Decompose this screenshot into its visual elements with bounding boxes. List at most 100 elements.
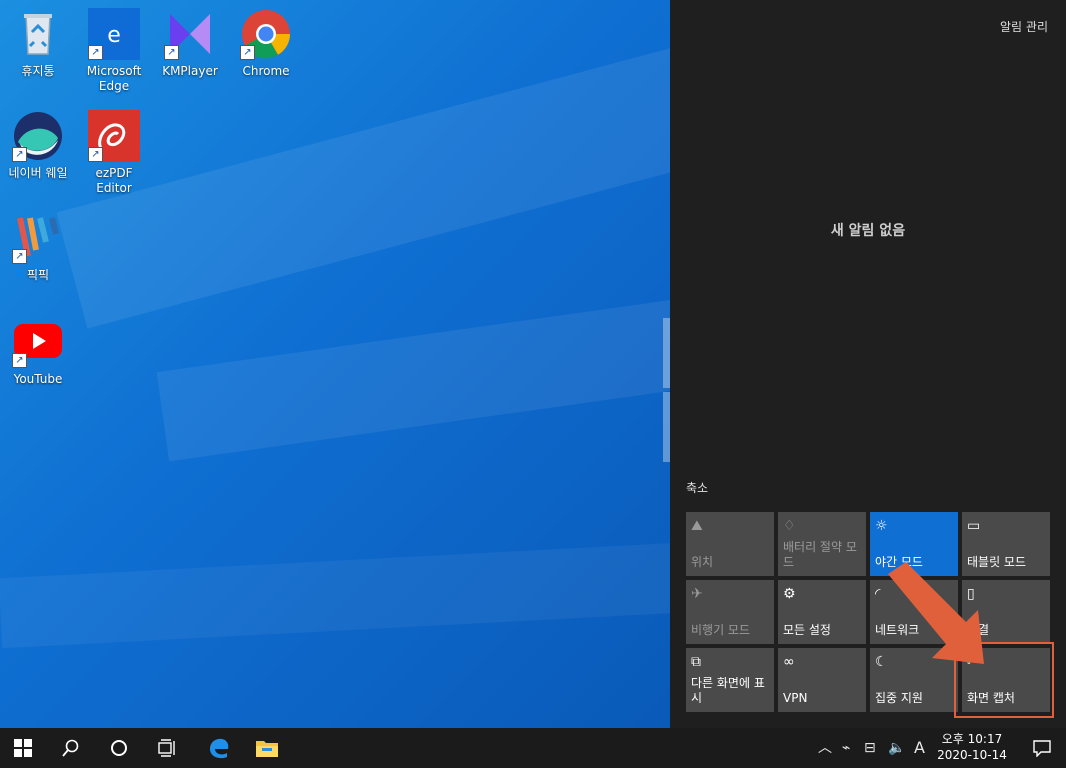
search-button[interactable] [48, 728, 94, 768]
clock[interactable]: 오후 10:17 2020-10-14 [936, 731, 1008, 763]
shortcut-arrow-icon: ↗ [88, 147, 103, 162]
quick-action-vpn[interactable]: ∞ VPN [778, 648, 866, 712]
quick-action-connect[interactable]: ▯ 연결 [962, 580, 1050, 644]
location-icon: ⛰ [691, 518, 703, 534]
desktop-icon-label: 픽픽 [26, 268, 50, 282]
desktop-icon-recycle-bin[interactable]: 휴지통 [0, 8, 76, 79]
quick-action-label: 화면 캡처 [967, 691, 1015, 705]
quick-action-label: 네트워크 [875, 623, 920, 637]
shortcut-arrow-icon: ↗ [12, 147, 27, 162]
taskbar: ︿ ⌁ ⊟ 🔈 A 오후 10:17 2020-10-14 [0, 728, 1066, 768]
desktop-icon-ezpdf[interactable]: ↗ ezPDF Editor [76, 110, 152, 196]
taskbar-file-explorer-button[interactable] [244, 728, 290, 768]
desktop-icon-whale[interactable]: ↗ 네이버 웨일 [0, 110, 76, 181]
tablet-mode-icon: ▭ [967, 518, 981, 534]
desktop-icon-label: 휴지통 [21, 64, 55, 78]
focus-assist-icon: ☾ [875, 654, 888, 670]
kmplayer-icon: ↗ [164, 8, 216, 60]
desktop-icon-chrome[interactable]: ↗ Chrome [228, 8, 304, 79]
chrome-icon: ↗ [240, 8, 292, 60]
ime-mode-indicator[interactable]: A [914, 736, 925, 760]
picpick-icon: ↗ [12, 212, 64, 264]
battery-saver-icon: ♢ [783, 518, 796, 534]
quick-action-label: 야간 모드 [875, 555, 923, 569]
desktop-icon-label: 네이버 웨일 [8, 166, 68, 180]
quick-action-all-settings[interactable]: ⚙ 모든 설정 [778, 580, 866, 644]
vpn-icon: ∞ [783, 654, 795, 670]
quick-action-label: VPN [783, 691, 808, 705]
windows-logo-icon [14, 739, 32, 757]
taskbar-edge-button[interactable] [196, 728, 242, 768]
quick-action-label: 집중 지원 [875, 691, 923, 705]
quick-action-airplane-mode[interactable]: ✈ 비행기 모드 [686, 580, 774, 644]
desktop-icon-youtube[interactable]: ↗ YouTube [0, 316, 76, 387]
search-icon [62, 739, 79, 757]
shortcut-arrow-icon: ↗ [240, 45, 255, 60]
shortcut-arrow-icon: ↗ [12, 249, 27, 264]
action-center-panel: 알림 관리 새 알림 없음 축소 ⛰ 위치 ♢ 배터리 절약 모드 ☼ 야간 모… [670, 0, 1066, 728]
whale-icon: ↗ [12, 110, 64, 162]
quick-action-network[interactable]: ◜ 네트워크 [870, 580, 958, 644]
manage-notifications-link[interactable]: 알림 관리 [1000, 18, 1048, 35]
desktop-icon-label: YouTube [13, 372, 63, 386]
task-view-icon [158, 739, 175, 757]
edge-icon: e ↗ [88, 8, 140, 60]
quick-action-label: 다른 화면에 표시 [691, 676, 765, 705]
cortana-button[interactable] [96, 728, 142, 768]
quick-action-project[interactable]: ⧉ 다른 화면에 표시 [686, 648, 774, 712]
task-view-button[interactable] [144, 728, 190, 768]
quick-action-label: 위치 [691, 555, 714, 569]
svg-text:e: e [107, 23, 121, 48]
start-button[interactable] [0, 728, 46, 768]
volume-icon[interactable]: 🔈 [888, 736, 905, 760]
airplane-icon: ✈ [691, 586, 703, 602]
quick-action-label: 연결 [967, 623, 990, 637]
gear-icon: ⚙ [783, 586, 796, 602]
wallpaper-light-beam [156, 288, 670, 462]
desktop[interactable]: 휴지통 e ↗ Microsoft Edge ↗ KMPlayer ↗ Chro… [0, 0, 670, 728]
show-hidden-icons-chevron-icon[interactable]: ︿ [818, 736, 832, 760]
wallpaper-light-beam [0, 541, 670, 649]
clock-date: 2020-10-14 [937, 748, 1007, 762]
quick-action-focus-assist[interactable]: ☾ 집중 지원 [870, 648, 958, 712]
quick-action-label: 태블릿 모드 [967, 555, 1027, 569]
quick-action-label: 모든 설정 [783, 623, 831, 637]
power-battery-icon[interactable]: ⌁ [842, 736, 850, 760]
network-icon: ◜ [875, 586, 881, 602]
desktop-icon-edge[interactable]: e ↗ Microsoft Edge [76, 8, 152, 94]
shortcut-arrow-icon: ↗ [88, 45, 103, 60]
quick-action-label: 배터리 절약 모드 [783, 540, 857, 569]
desktop-icon-label: Microsoft Edge [86, 64, 142, 93]
quick-action-tablet-mode[interactable]: ▭ 태블릿 모드 [962, 512, 1050, 576]
connect-icon: ▯ [967, 586, 975, 602]
notification-icon [1033, 740, 1051, 757]
panel-edge-handle [663, 318, 670, 388]
recycle-bin-icon [12, 8, 64, 60]
quick-action-night-light[interactable]: ☼ 야간 모드 [870, 512, 958, 576]
quick-action-label: 비행기 모드 [691, 623, 751, 637]
collapse-link[interactable]: 축소 [686, 479, 708, 496]
quick-action-location[interactable]: ⛰ 위치 [686, 512, 774, 576]
desktop-icon-label: Chrome [242, 64, 290, 78]
edge-icon [210, 738, 229, 759]
desktop-icon-kmplayer[interactable]: ↗ KMPlayer [152, 8, 228, 79]
desktop-icon-label: ezPDF Editor [95, 166, 133, 195]
panel-edge-handle [663, 392, 670, 462]
shortcut-arrow-icon: ↗ [12, 353, 27, 368]
action-center-button[interactable] [1018, 728, 1066, 768]
no-notifications-message: 새 알림 없음 [830, 223, 906, 239]
desktop-icon-label: KMPlayer [162, 64, 218, 78]
cortana-icon [111, 740, 127, 756]
project-icon: ⧉ [691, 654, 701, 670]
network-icon[interactable]: ⊟ [864, 736, 876, 760]
youtube-icon: ↗ [12, 316, 64, 368]
folder-icon [256, 741, 278, 757]
desktop-icon-picpick[interactable]: ↗ 픽픽 [0, 212, 76, 283]
quick-action-battery-saver[interactable]: ♢ 배터리 절약 모드 [778, 512, 866, 576]
shortcut-arrow-icon: ↗ [164, 45, 179, 60]
quick-action-screen-snip[interactable]: ✂ 화면 캡처 [962, 648, 1050, 712]
night-light-icon: ☼ [875, 518, 888, 534]
clock-time: 오후 10:17 [941, 732, 1003, 746]
ezpdf-icon: ↗ [88, 110, 140, 162]
screen-snip-icon: ✂ [967, 654, 979, 670]
